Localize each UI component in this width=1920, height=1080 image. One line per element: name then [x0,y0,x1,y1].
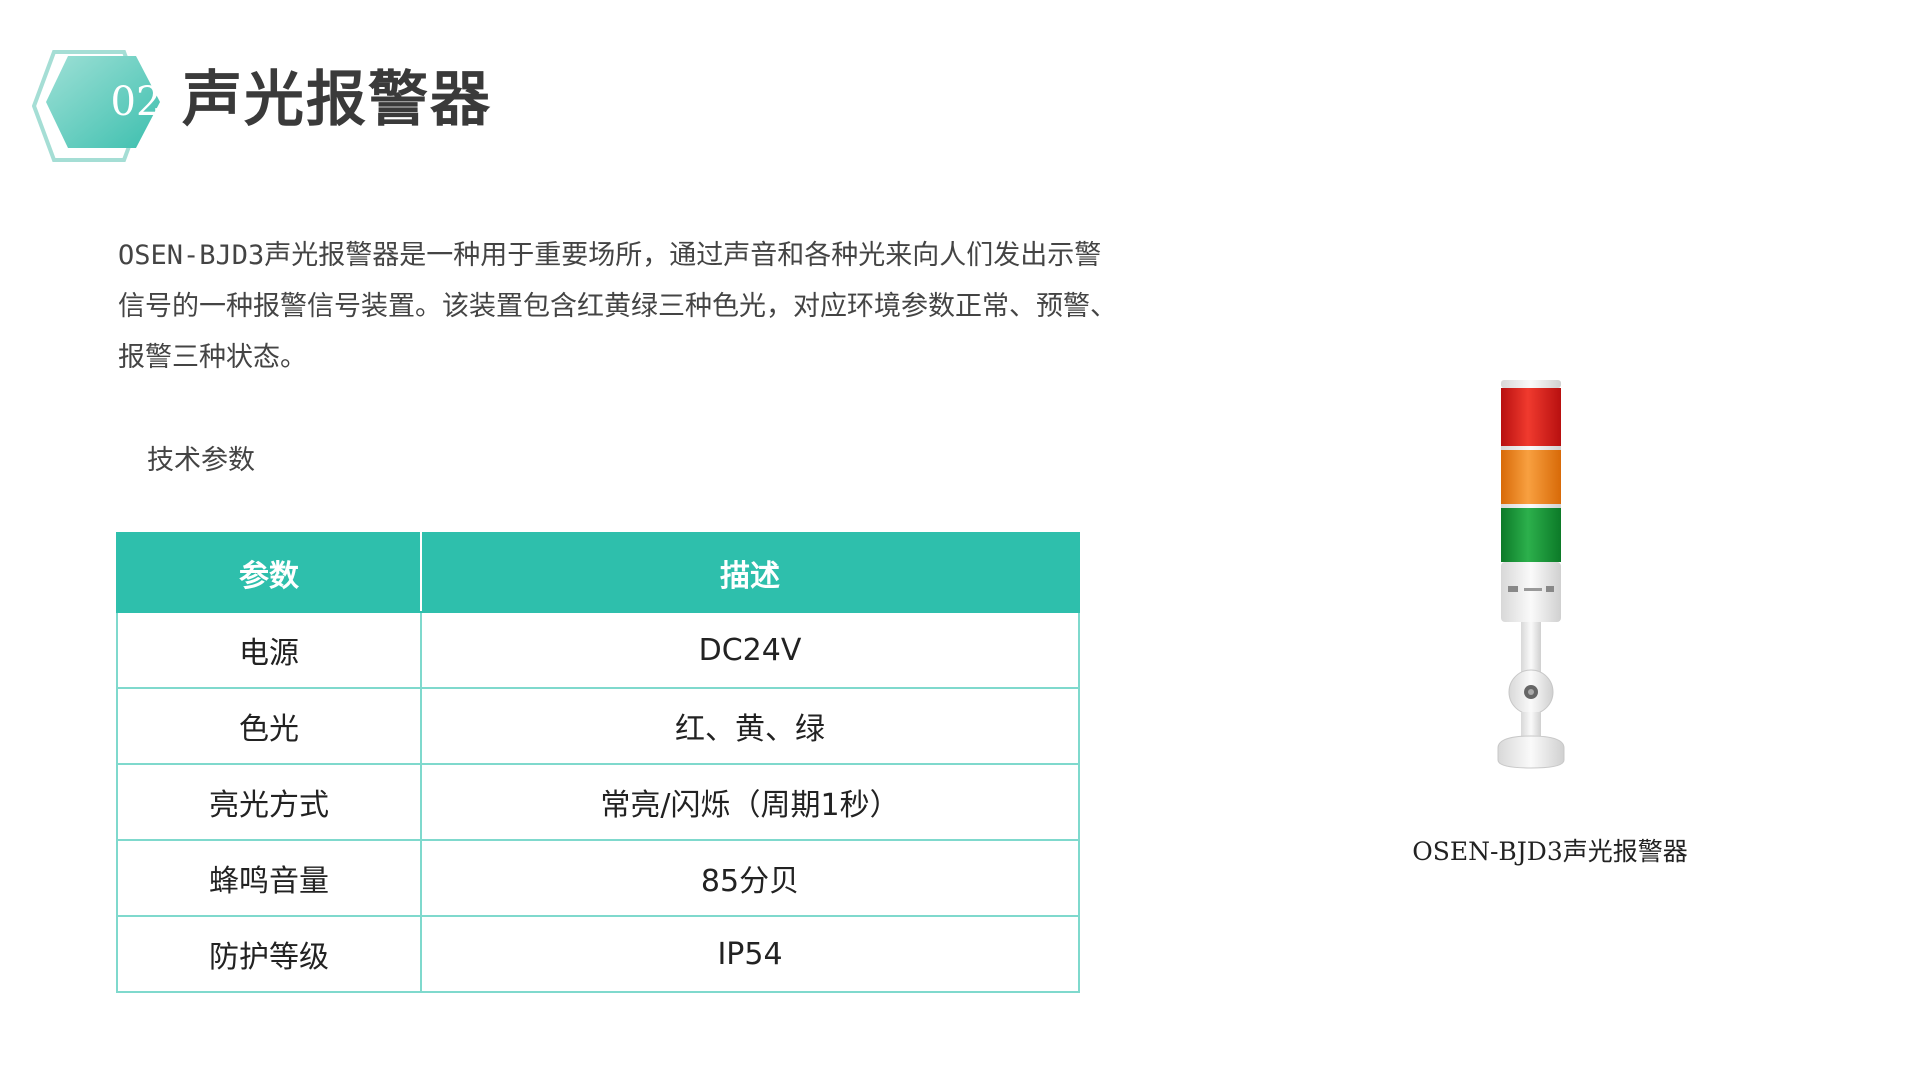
value-cell: 常亮/闪烁（周期1秒） [420,763,1080,841]
table-row: 亮光方式 常亮/闪烁（周期1秒） [116,763,1080,841]
value-cell: 85分贝 [420,839,1080,917]
spec-table: 参数 描述 电源 DC24V 色光 红、黄、绿 亮光方式 常亮/闪烁（周期1秒）… [116,532,1080,993]
header-description: 描述 [420,532,1080,613]
section-number: 02 [110,79,162,125]
header-param: 参数 [116,532,422,613]
intro-paragraph: OSEN-BJD3声光报警器是一种用于重要场所，通过声音和各种光来向人们发出示警… [118,240,1117,373]
value-cell: IP54 [420,915,1080,993]
param-cell: 色光 [116,687,422,765]
param-cell: 亮光方式 [116,763,422,841]
table-header-row: 参数 描述 [116,532,1080,613]
param-cell: 防护等级 [116,915,422,993]
signal-tower-light-icon [1497,380,1565,769]
table-row: 色光 红、黄、绿 [116,687,1080,765]
page-title: 声光报警器 [182,65,492,135]
param-cell: 电源 [116,611,422,689]
value-cell: DC24V [420,611,1080,689]
table-row: 蜂鸣音量 85分贝 [116,839,1080,917]
section-label-tech-params: 技术参数 [147,445,255,476]
value-cell: 红、黄、绿 [420,687,1080,765]
product-image [1488,376,1574,776]
product-caption: OSEN-BJD3声光报警器 [1412,837,1688,866]
section-number-badge: 02 [32,50,164,162]
table-row: 防护等级 IP54 [116,915,1080,993]
table-row: 电源 DC24V [116,611,1080,689]
param-cell: 蜂鸣音量 [116,839,422,917]
